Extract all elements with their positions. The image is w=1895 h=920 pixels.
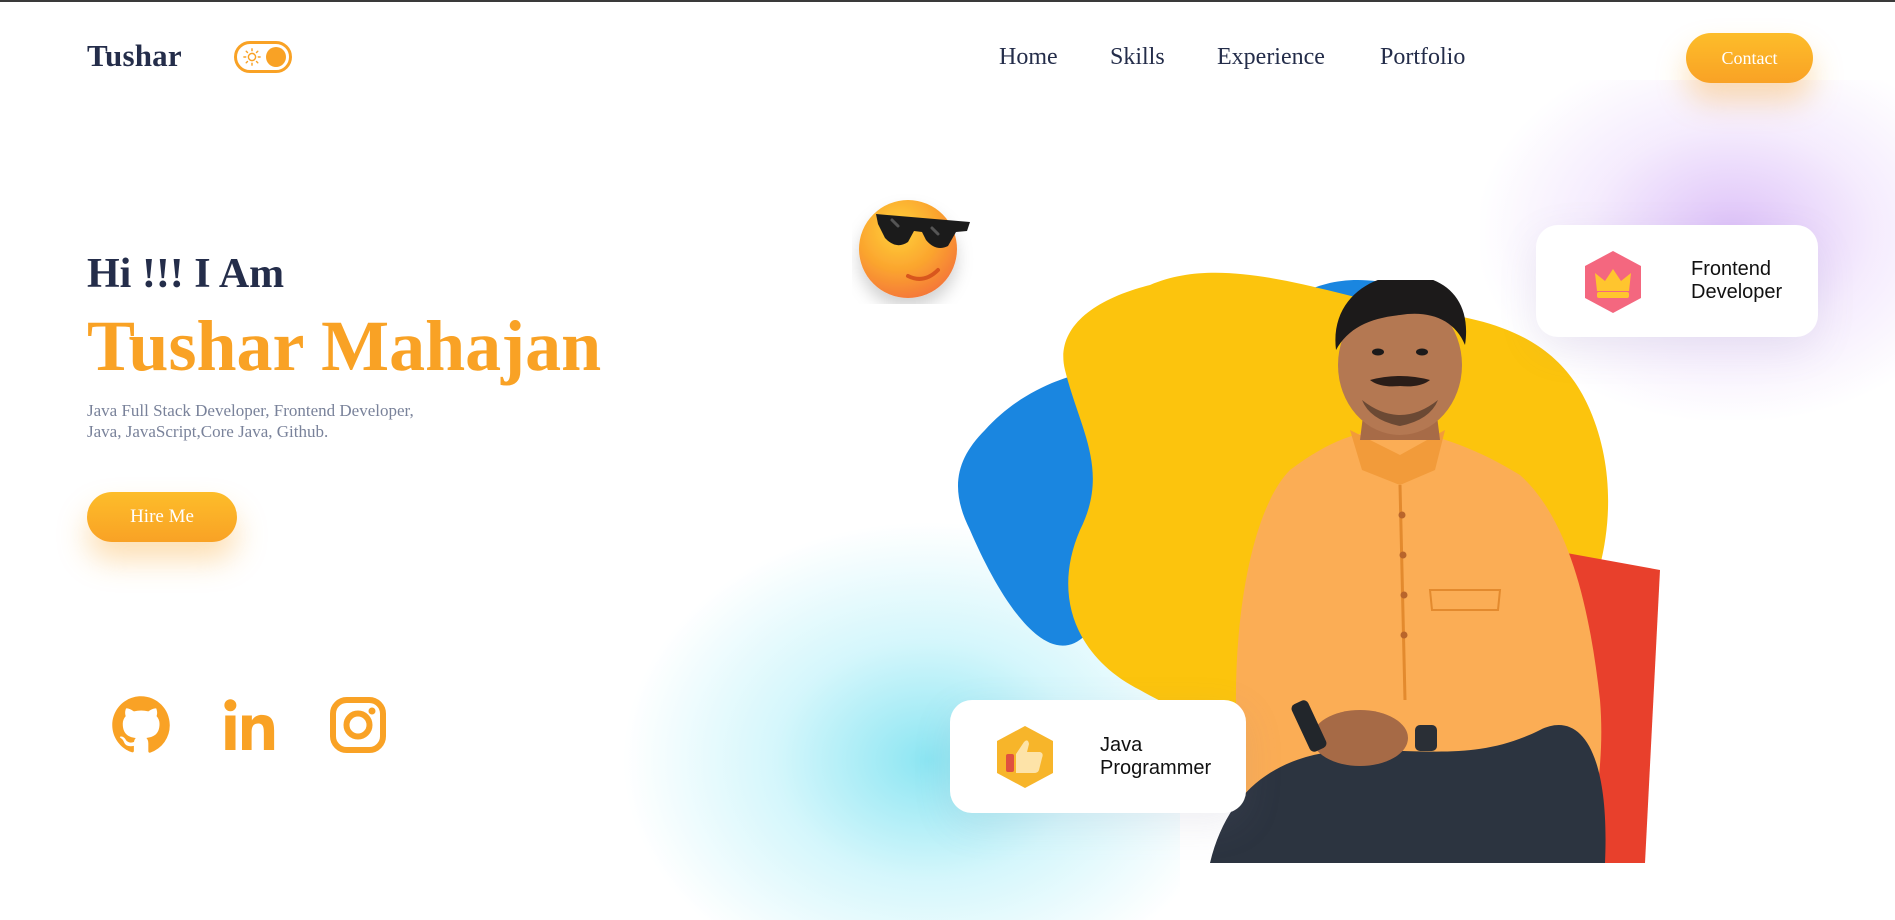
hero-description-line: Java Full Stack Developer, Frontend Deve… <box>87 401 414 420</box>
top-border <box>0 0 1895 2</box>
sun-icon <box>243 48 261 66</box>
contact-button[interactable]: Contact <box>1686 33 1813 83</box>
hero-greeting: Hi !!! I Am <box>87 251 285 297</box>
site-logo[interactable]: Tushar <box>87 38 182 74</box>
card-title-line: Frontend <box>1691 258 1772 280</box>
card-title-line: Java <box>1100 734 1143 756</box>
instagram-icon[interactable] <box>328 695 388 755</box>
toggle-knob <box>266 47 286 67</box>
nav-experience[interactable]: Experience <box>1217 44 1325 71</box>
github-icon[interactable] <box>111 695 171 755</box>
thumbs-up-icon <box>997 726 1053 788</box>
hero-description-line: Java, JavaScript,Core Java, Github. <box>87 422 329 441</box>
hero-name: Tushar Mahajan <box>87 306 602 386</box>
linkedin-icon[interactable] <box>219 695 279 755</box>
hire-me-button[interactable]: Hire Me <box>87 492 237 542</box>
card-title-line: Developer <box>1691 281 1783 303</box>
nav-skills[interactable]: Skills <box>1110 44 1165 71</box>
java-programmer-card: Java Programmer <box>950 700 1246 813</box>
frontend-developer-card: Frontend Developer <box>1536 225 1818 337</box>
hero-description: Java Full Stack Developer, Frontend Deve… <box>87 400 447 442</box>
theme-toggle[interactable] <box>234 41 292 73</box>
nav-portfolio[interactable]: Portfolio <box>1380 44 1465 71</box>
crown-icon <box>1585 251 1641 313</box>
nav-home[interactable]: Home <box>999 44 1058 71</box>
card-title-line: Programmer <box>1100 757 1212 779</box>
